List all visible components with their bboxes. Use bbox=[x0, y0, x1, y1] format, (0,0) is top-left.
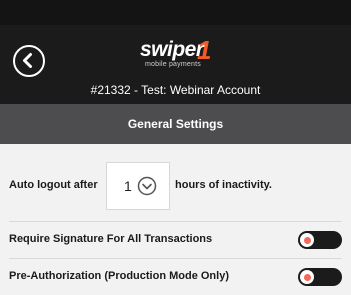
pre-authorization-label: Pre-Authorization (Production Mode Only) bbox=[9, 270, 229, 282]
logo-wordmark: swiper bbox=[140, 38, 204, 61]
logo-number: 1 bbox=[197, 35, 212, 65]
swiper1-logo: swiper 1 mobile payments bbox=[140, 35, 216, 71]
require-signature-row: Require Signature For All Transactions bbox=[0, 222, 351, 258]
chevron-down-circle-icon bbox=[137, 176, 157, 196]
toggle-knob bbox=[300, 270, 314, 284]
auto-logout-row: Auto logout after 1 hours of inactivity. bbox=[0, 144, 351, 222]
back-chevron-icon bbox=[23, 53, 32, 68]
pre-authorization-toggle[interactable] bbox=[298, 268, 342, 286]
require-signature-toggle[interactable] bbox=[298, 231, 342, 249]
back-button[interactable] bbox=[13, 45, 45, 77]
toggle-knob bbox=[300, 233, 314, 247]
toggle-indicator-dot bbox=[303, 236, 311, 244]
section-title: General Settings bbox=[127, 117, 224, 131]
app-header: swiper 1 mobile payments #21332 - Test: … bbox=[0, 25, 351, 104]
auto-logout-hours-value: 1 bbox=[124, 178, 132, 194]
section-header: General Settings bbox=[0, 104, 351, 144]
require-signature-label: Require Signature For All Transactions bbox=[9, 233, 213, 245]
auto-logout-hours-select[interactable]: 1 bbox=[106, 162, 170, 210]
auto-logout-suffix-label: hours of inactivity. bbox=[175, 179, 272, 191]
pre-authorization-row: Pre-Authorization (Production Mode Only) bbox=[0, 259, 351, 295]
logo-tagline: mobile payments bbox=[145, 61, 201, 68]
toggle-indicator-dot bbox=[303, 273, 311, 281]
auto-logout-prefix-label: Auto logout after bbox=[9, 179, 98, 191]
account-name: #21332 - Test: Webinar Account bbox=[90, 83, 261, 97]
status-bar bbox=[0, 0, 351, 25]
